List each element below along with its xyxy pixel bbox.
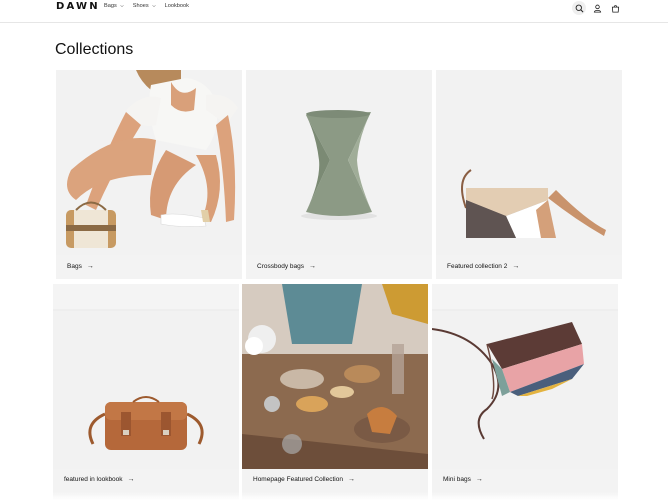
chevron-down-icon — [120, 5, 124, 8]
store-logo[interactable]: DAWN — [56, 1, 100, 12]
cart-icon — [611, 4, 619, 13]
nav-item-lookbook[interactable]: Lookbook — [165, 3, 189, 9]
arrow-right-icon: → — [512, 263, 520, 270]
nav-item-label: Lookbook — [164, 3, 189, 9]
collection-title: Mini bags — [443, 476, 471, 483]
nav-item-label: Bags — [104, 3, 117, 9]
bottom-fade — [0, 492, 668, 500]
account-icon — [593, 4, 601, 13]
header-icons — [572, 1, 622, 15]
arrow-right-icon: → — [347, 476, 355, 483]
collection-label: featured in lookbook → — [64, 476, 135, 483]
collection-card-featured-in-lookbook[interactable]: featured in lookbook → — [53, 284, 239, 500]
nav-item-shoes[interactable]: Shoes — [133, 3, 156, 9]
collection-title: Bags — [67, 263, 82, 270]
collection-card-crossbody-bags[interactable]: Crossbody bags → — [246, 70, 432, 279]
chevron-down-icon — [151, 5, 156, 8]
collection-image — [432, 284, 618, 469]
collection-label: Featured collection 2 → — [447, 263, 519, 270]
search-button[interactable] — [572, 1, 586, 15]
arrow-right-icon: → — [86, 263, 94, 270]
collection-title: Featured collection 2 — [447, 263, 508, 270]
collection-label: Mini bags → — [443, 476, 483, 483]
arrow-right-icon: → — [475, 476, 483, 483]
collection-card-featured-collection-2[interactable]: Featured collection 2 → — [436, 70, 622, 279]
collection-title: Crossbody bags — [257, 263, 304, 270]
site-header: DAWN Bags Shoes Lookbook — [0, 0, 668, 23]
search-icon — [575, 4, 583, 12]
collection-card-mini-bags[interactable]: Mini bags → — [432, 284, 618, 500]
page-title: Collections — [55, 41, 134, 58]
collection-image — [246, 70, 432, 255]
collection-image — [53, 284, 239, 469]
collection-title: featured in lookbook — [64, 476, 123, 483]
cart-button[interactable] — [608, 1, 622, 15]
collection-label: Homepage Featured Collection → — [253, 476, 355, 483]
account-button[interactable] — [590, 1, 604, 15]
nav-item-label: Shoes — [132, 3, 149, 9]
collection-label: Crossbody bags → — [257, 263, 316, 270]
collection-card-homepage-featured-collection[interactable]: Homepage Featured Collection → — [242, 284, 428, 500]
collection-title: Homepage Featured Collection — [253, 476, 343, 483]
collection-image — [242, 284, 428, 469]
main-nav: Bags Shoes Lookbook — [104, 3, 189, 9]
nav-item-bags[interactable]: Bags — [104, 3, 124, 9]
collection-image — [56, 70, 242, 255]
collection-label: Bags → — [67, 263, 94, 270]
arrow-right-icon: → — [308, 263, 316, 270]
collection-image — [436, 70, 622, 255]
collection-card-bags[interactable]: Bags → — [56, 70, 242, 279]
arrow-right-icon: → — [127, 476, 135, 483]
